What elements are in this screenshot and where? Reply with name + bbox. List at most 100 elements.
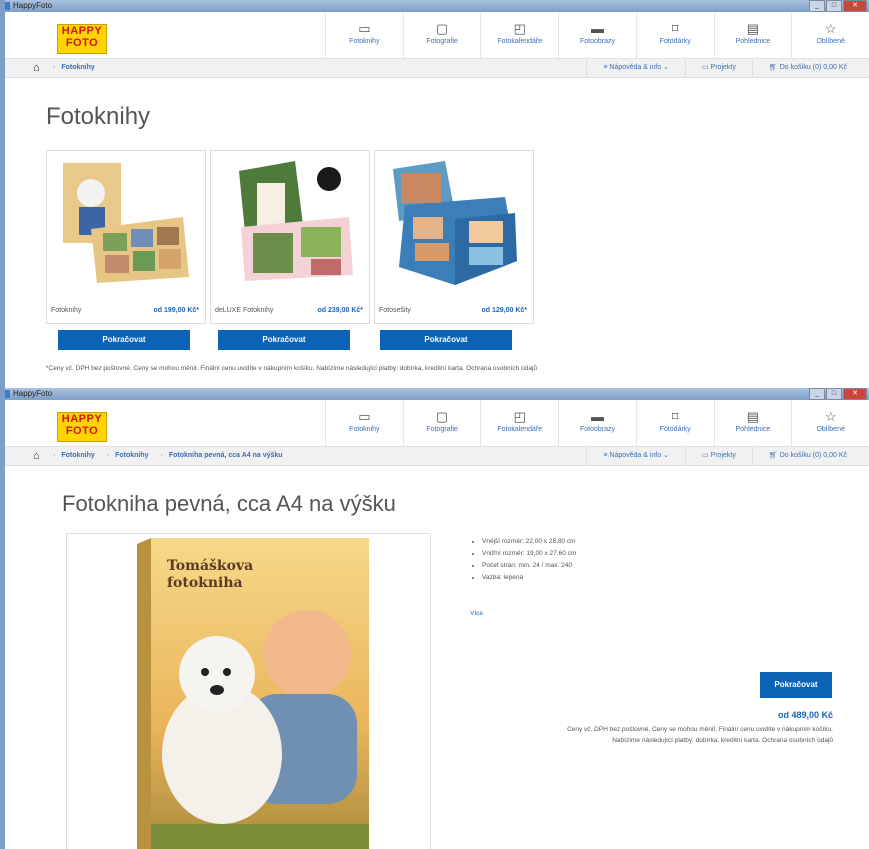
nav-item-fotoknihy[interactable]: ▭ Fotoknihy — [325, 12, 403, 58]
product-price: od 129,00 Kč* — [481, 307, 527, 314]
nav-item-fotodarky[interactable]: ⌑ Fotodárky — [635, 12, 714, 58]
title-bar[interactable]: HappyFoto _ □ ✕ — [0, 388, 869, 400]
canvas-icon: ▬ — [591, 21, 605, 36]
close-button[interactable]: ✕ — [843, 0, 867, 12]
nav-item-pohlednice[interactable]: ▤ Pohlednice — [713, 400, 792, 446]
card-icon: ▤ — [746, 409, 760, 424]
nav-item-fotodarky[interactable]: ⌑ Fotodárky — [635, 400, 714, 446]
cart-label: Do košíku (0) 0,00 Kč — [779, 452, 847, 459]
chevron-down-icon: ⌄ — [663, 452, 669, 459]
main-nav: ▭ Fotoknihy ▢ Fotografie ◰ Fotokalendáře ▬ F… — [325, 12, 869, 58]
nav-item-pohlednice[interactable]: ▤ Pohlednice — [713, 12, 792, 58]
product-card-fotoknihy[interactable]: Fotoknihy od 199,00 Kč* — [46, 150, 206, 324]
breadcrumb-bar: ⌂ › Fotoknihy ≡ Nápověda & info ⌄ ▭ Proje… — [5, 59, 869, 78]
happyfoto-logo[interactable]: HAPPY FOTO — [57, 24, 107, 54]
gift-icon: ⌑ — [671, 409, 679, 424]
help-label: Nápověda & info — [609, 64, 662, 71]
price-note-line1: Ceny vč. DPH bez poštovné. Ceny se mohou… — [567, 726, 833, 733]
nav-item-fotoknihy[interactable]: ▭ Fotoknihy — [325, 400, 403, 446]
home-icon[interactable]: ⌂ — [33, 62, 40, 74]
breadcrumb-separator: › — [53, 452, 56, 459]
nav-item-oblibene[interactable]: ☆ Oblíbené — [791, 12, 869, 58]
nav-label: Fotografie — [426, 38, 458, 45]
cart-link[interactable]: 🛒︎ Do košíku (0) 0,00 Kč — [751, 447, 863, 465]
cart-icon: 🛒︎ — [768, 64, 780, 71]
photo-icon: ▢ — [435, 21, 449, 36]
minimize-button[interactable]: _ — [809, 388, 825, 400]
breadcrumb-separator: › — [160, 452, 163, 459]
help-menu[interactable]: ≡ Nápověda & info ⌄ — [586, 447, 685, 465]
breadcrumb-item-fotoknihy[interactable]: Fotoknihy — [61, 452, 94, 459]
maximize-button[interactable]: □ — [826, 388, 842, 400]
card-icon: ▤ — [746, 21, 760, 36]
breadcrumb: › Fotoknihy › Fotoknihy › Fotokniha pevná, … — [53, 447, 293, 465]
window-title: HappyFoto — [13, 1, 53, 10]
help-label: Nápověda & info — [609, 452, 662, 459]
nav-label: Fotokalendáře — [497, 426, 543, 433]
logo-line2: FOTO — [65, 37, 99, 49]
breadcrumb-item-fotoknihy[interactable]: Fotoknihy — [61, 64, 94, 71]
close-button[interactable]: ✕ — [843, 388, 867, 400]
nav-item-fotoobrazy[interactable]: ▬ Fotoobrazy — [558, 400, 636, 446]
breadcrumb-item-fotoknihy-sub[interactable]: Fotoknihy — [115, 452, 148, 459]
breadcrumb-item-current: Fotokniha pevná, cca A4 na výšku — [168, 452, 283, 459]
product-image-fotosesity — [393, 161, 517, 285]
product-card-fotosesity[interactable]: Fotosešity od 129,00 Kč* — [374, 150, 534, 324]
canvas-icon: ▬ — [591, 409, 605, 424]
continue-button-fotoknihy[interactable]: Pokračovat — [58, 330, 190, 350]
price-note-line2: Nabízíme následující platby: dobírka, kr… — [612, 737, 833, 744]
nav-item-oblibene[interactable]: ☆ Oblíbené — [791, 400, 869, 446]
price-note: Ceny vč. DPH bez poštovné. Ceny se mohou… — [567, 724, 833, 746]
product-price: od 239,00 Kč* — [317, 307, 363, 314]
projects-link[interactable]: ▭ Projekty — [684, 447, 752, 465]
folder-icon: ▭ — [701, 64, 711, 71]
window-fotokniha-detail: HappyFoto _ □ ✕ HAPPY FOTO ▭ Fotoknihy ▢ F… — [0, 388, 869, 849]
product-image-deluxe — [239, 161, 353, 281]
nav-label: Fotodárky — [659, 38, 691, 45]
help-menu[interactable]: ≡ Nápověda & info ⌄ — [586, 59, 685, 77]
nav-label: Fotoobrazy — [580, 426, 616, 433]
continue-button-deluxe[interactable]: Pokračovat — [218, 330, 350, 350]
product-image-fotoknihy — [63, 163, 189, 283]
window-fotoknihy: HappyFoto _ □ ✕ HAPPY FOTO ▭ Fotoknihy ▢ F… — [0, 0, 869, 388]
site-header: HAPPY FOTO ▭ Fotoknihy ▢ Fotografie ◰ Fotok… — [5, 12, 869, 59]
product-price: od 199,00 Kč* — [153, 307, 199, 314]
nav-label: Oblíbené — [816, 426, 845, 433]
more-link[interactable]: Více — [470, 610, 483, 617]
page-title: Fotoknihy — [46, 103, 151, 130]
minimize-button[interactable]: _ — [809, 0, 825, 12]
calendar-wall-icon: ◰ — [513, 21, 526, 36]
breadcrumb: › Fotoknihy — [53, 59, 105, 77]
price-note: *Ceny vč. DPH bez poštovné. Ceny se moho… — [46, 365, 538, 372]
nav-label: Oblíbené — [816, 38, 845, 45]
nav-item-fotokalendare[interactable]: ◰ Fotokalendáře — [480, 12, 558, 58]
spec-item: Vazba: lepená — [482, 574, 576, 581]
nav-item-fotografie[interactable]: ▢ Fotografie — [402, 12, 481, 58]
product-name: deLUXE Fotoknihy — [215, 307, 274, 314]
product-card-deluxe[interactable]: deLUXE Fotoknihy od 239,00 Kč* — [210, 150, 370, 324]
projects-label: Projekty — [710, 64, 736, 71]
cover-title: Tomáškova fotokniha — [167, 558, 254, 591]
breadcrumb-separator: › — [53, 64, 56, 71]
continue-button[interactable]: Pokračovat — [760, 672, 832, 698]
cart-label: Do košíku (0) 0,00 Kč — [779, 64, 847, 71]
nav-label: Pohlednice — [735, 38, 771, 45]
chevron-down-icon: ⌄ — [663, 64, 669, 71]
logo-line1: HAPPY — [61, 25, 103, 37]
happyfoto-logo[interactable]: HAPPY FOTO — [57, 412, 107, 442]
title-bar[interactable]: HappyFoto _ □ ✕ — [0, 0, 869, 12]
cart-icon: 🛒︎ — [768, 452, 780, 459]
star-icon: ☆ — [824, 21, 837, 36]
nav-item-fotografie[interactable]: ▢ Fotografie — [402, 400, 481, 446]
nav-label: Fotoknihy — [349, 426, 380, 433]
cart-link[interactable]: 🛒︎ Do košíku (0) 0,00 Kč — [751, 59, 863, 77]
nav-item-fotokalendare[interactable]: ◰ Fotokalendáře — [480, 400, 558, 446]
home-icon[interactable]: ⌂ — [33, 450, 40, 462]
nav-item-fotoobrazy[interactable]: ▬ Fotoobrazy — [558, 12, 636, 58]
maximize-button[interactable]: □ — [826, 0, 842, 12]
projects-link[interactable]: ▭ Projekty — [684, 59, 752, 77]
continue-button-fotosesity[interactable]: Pokračovat — [380, 330, 512, 350]
product-image-box: Tomáškova fotokniha — [66, 533, 431, 849]
nav-label: Fotodárky — [659, 426, 691, 433]
spec-item: Vnitřní rozměr: 19,00 x 27,60 cm — [482, 550, 576, 557]
